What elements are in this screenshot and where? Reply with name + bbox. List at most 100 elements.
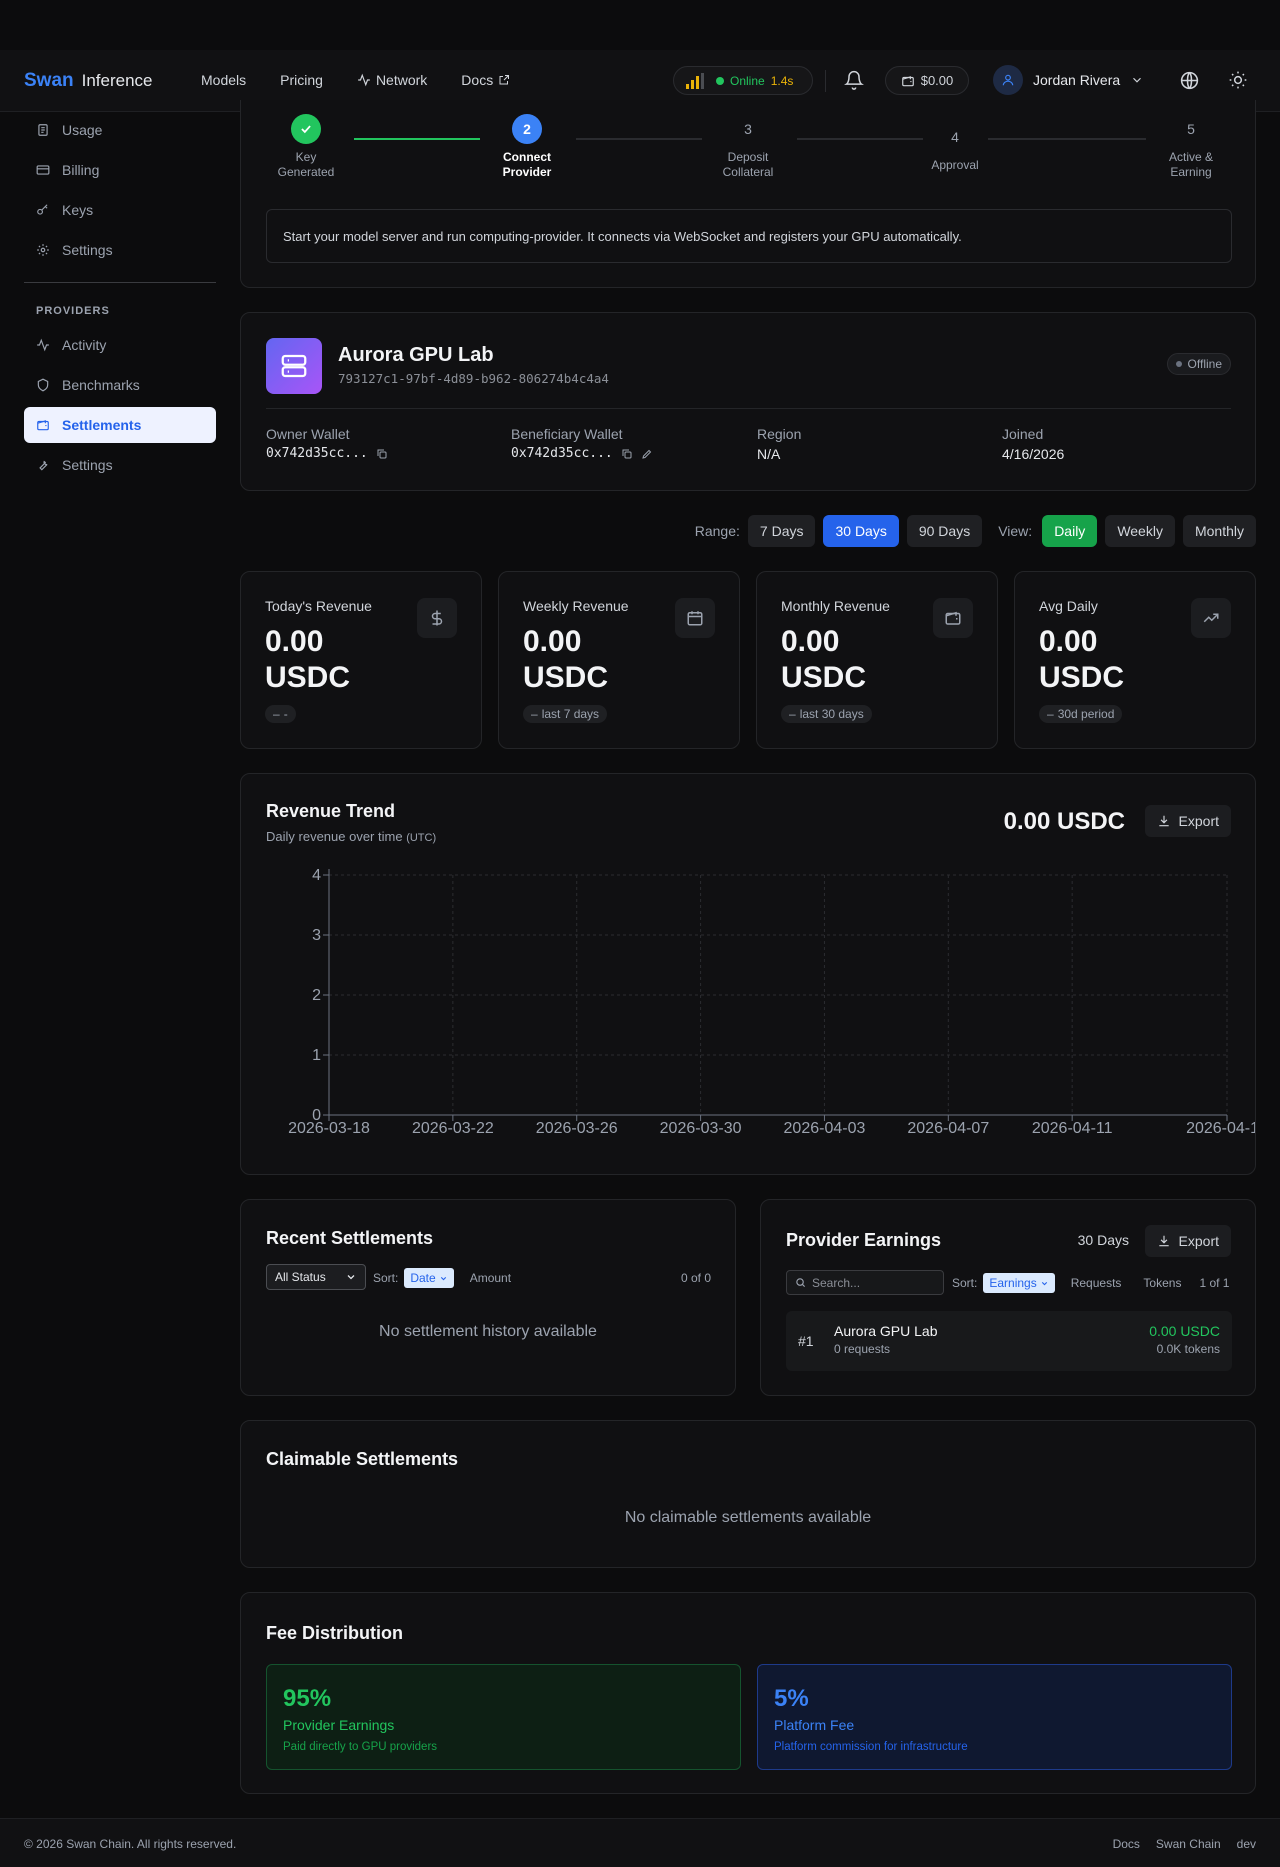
section-title: Fee Distribution (266, 1623, 404, 1643)
balance-value: $0.00 (920, 73, 954, 88)
server-icon (266, 338, 322, 394)
sort-date[interactable]: Date (404, 1268, 454, 1288)
view-daily[interactable]: Daily (1042, 515, 1098, 547)
sidebar-item-usage[interactable]: Usage (24, 112, 216, 148)
stat-badge: – last 7 days (523, 705, 608, 723)
globe-icon[interactable] (1179, 70, 1200, 91)
wrench-icon (39, 460, 48, 471)
provider-name: Aurora GPU Lab (338, 344, 494, 366)
balance-pill[interactable]: $0.00 (885, 66, 969, 95)
step-connect-provider: 2 Connect Provider (477, 114, 577, 180)
credit-card-icon (36, 165, 50, 175)
row-amount: 0.00 USDC (1149, 1323, 1220, 1339)
gear-icon (37, 244, 49, 256)
row-name: Aurora GPU Lab (834, 1323, 938, 1339)
range-90-days[interactable]: 90 Days (906, 515, 983, 547)
recent-settlements-card: Recent Settlements All Status Sort: Date… (240, 1199, 736, 1396)
chevron-down-icon (1041, 1281, 1047, 1285)
beneficiary-wallet-value: 0x742d35cc... (511, 446, 613, 461)
theme-toggle-icon[interactable] (1228, 70, 1248, 90)
revenue-chart: 012342026-03-18 2026-03-22 2026-03-26 2026-… (288, 867, 1255, 1137)
footer: © 2026 Swan Chain. All rights reserved. … (0, 1818, 1280, 1867)
section-title: Recent Settlements (266, 1228, 434, 1248)
download-icon (1158, 1235, 1169, 1247)
brand-logo[interactable]: Swan Inference (24, 70, 153, 92)
sidebar-item-provider-settings[interactable]: Settings (24, 447, 216, 483)
step-active-earning: 5 Active & Earning (1168, 120, 1213, 179)
earnings-pages: 1 of 1 (1199, 1276, 1230, 1290)
avatar (993, 65, 1023, 95)
shield-icon (37, 378, 49, 392)
fee-platform-desc: Platform commission for infrastructure (774, 1741, 968, 1753)
sidebar-item-keys[interactable]: Keys (24, 192, 216, 228)
earnings-period: 30 Days (1077, 1232, 1129, 1248)
stat-card-weekly: Weekly Revenue 0.00 USDC – last 7 days (498, 571, 740, 749)
user-icon (1002, 74, 1014, 86)
y-tick-label: 3 (312, 927, 321, 944)
claimable-settlements-card: Claimable Settlements No claimable settl… (240, 1420, 1256, 1568)
range-label: Range: (694, 523, 740, 539)
copy-icon[interactable] (621, 448, 633, 460)
user-menu[interactable]: Jordan Rivera (993, 65, 1144, 95)
sort-requests[interactable]: Requests (1071, 1276, 1122, 1290)
nav-docs[interactable]: Docs (461, 72, 510, 88)
x-tick-label: 2026-03-26 (536, 1120, 618, 1137)
status-filter-select[interactable]: All Status (266, 1264, 366, 1290)
view-monthly[interactable]: Monthly (1182, 515, 1256, 547)
y-tick-label: 2 (312, 987, 321, 1004)
network-status-pill[interactable]: Online 1.4s (673, 66, 813, 95)
range-controls: Range: 7 Days 30 Days 90 Days View: Dail… (695, 515, 1256, 547)
region-field: Region N/A (757, 426, 802, 462)
settlement-sort: Sort: Date Amount (373, 1268, 511, 1288)
row-requests: 0 requests (834, 1342, 891, 1356)
status-label: Online (730, 73, 765, 88)
sidebar-item-billing[interactable]: Billing (24, 152, 216, 188)
fee-provider-box: 95% Provider Earnings Paid directly to G… (266, 1664, 741, 1770)
step-info-message: Start your model server and run computin… (266, 209, 1232, 263)
revenue-trend-card: Revenue Trend Daily revenue over time (U… (240, 773, 1256, 1175)
range-7-days[interactable]: 7 Days (747, 515, 816, 547)
bell-icon[interactable] (844, 70, 864, 90)
view-weekly[interactable]: Weekly (1105, 515, 1175, 547)
sidebar: Usage Billing Keys Settings PROVIDERS Ac… (24, 112, 216, 487)
stat-card-monthly: Monthly Revenue 0.00 USDC – last 30 days (756, 571, 998, 749)
sort-amount[interactable]: Amount (470, 1271, 511, 1285)
sidebar-item-settlements[interactable]: Settlements (24, 407, 216, 443)
sort-earnings[interactable]: Earnings (983, 1273, 1055, 1293)
copy-icon[interactable] (376, 448, 388, 460)
table-row[interactable]: #1 Aurora GPU Lab 0 requests 0.00 USDC 0… (786, 1311, 1232, 1371)
nav-network[interactable]: Network (357, 72, 427, 88)
footer-link-dev[interactable]: dev (1237, 1837, 1256, 1851)
header-divider (825, 70, 826, 92)
nav-pricing[interactable]: Pricing (280, 72, 323, 88)
pencil-icon[interactable] (641, 448, 653, 460)
owner-wallet-value: 0x742d35cc... (266, 446, 368, 461)
step-connector (576, 138, 702, 140)
chevron-down-icon (1133, 77, 1142, 83)
step-connector (354, 138, 480, 140)
provider-card: Aurora GPU Lab 793127c1-97bf-4d89-b962-8… (240, 312, 1256, 491)
range-30-days[interactable]: 30 Days (823, 515, 899, 547)
y-tick-label: 1 (312, 1047, 321, 1064)
external-link-icon (499, 75, 510, 85)
wallet-icon (37, 420, 49, 431)
latency-value: 1.4s (770, 73, 794, 88)
online-dot (716, 76, 724, 85)
section-title: Provider Earnings (786, 1230, 942, 1250)
export-button[interactable]: Export (1144, 1225, 1231, 1257)
stat-badge: –30d period (1039, 705, 1123, 723)
sidebar-item-activity[interactable]: Activity (24, 327, 216, 363)
footer-link-swan-chain[interactable]: Swan Chain (1156, 1837, 1221, 1851)
stat-badge: – - (265, 705, 296, 723)
x-tick-label: 2026-03-30 (660, 1120, 742, 1137)
sort-tokens[interactable]: Tokens (1143, 1276, 1181, 1290)
x-tick-label: 2026-04-07 (907, 1120, 989, 1137)
nav-models[interactable]: Models (201, 72, 246, 88)
footer-link-docs[interactable]: Docs (1113, 1837, 1140, 1851)
sidebar-item-settings[interactable]: Settings (24, 232, 216, 268)
search-input[interactable]: Search... (786, 1270, 944, 1295)
onboarding-stepper: Key Generated 2 Connect Provider 3 Depos… (240, 100, 1256, 288)
sidebar-item-benchmarks[interactable]: Benchmarks (24, 367, 216, 403)
key-icon (37, 204, 48, 215)
status-badge: Offline (1166, 353, 1231, 375)
